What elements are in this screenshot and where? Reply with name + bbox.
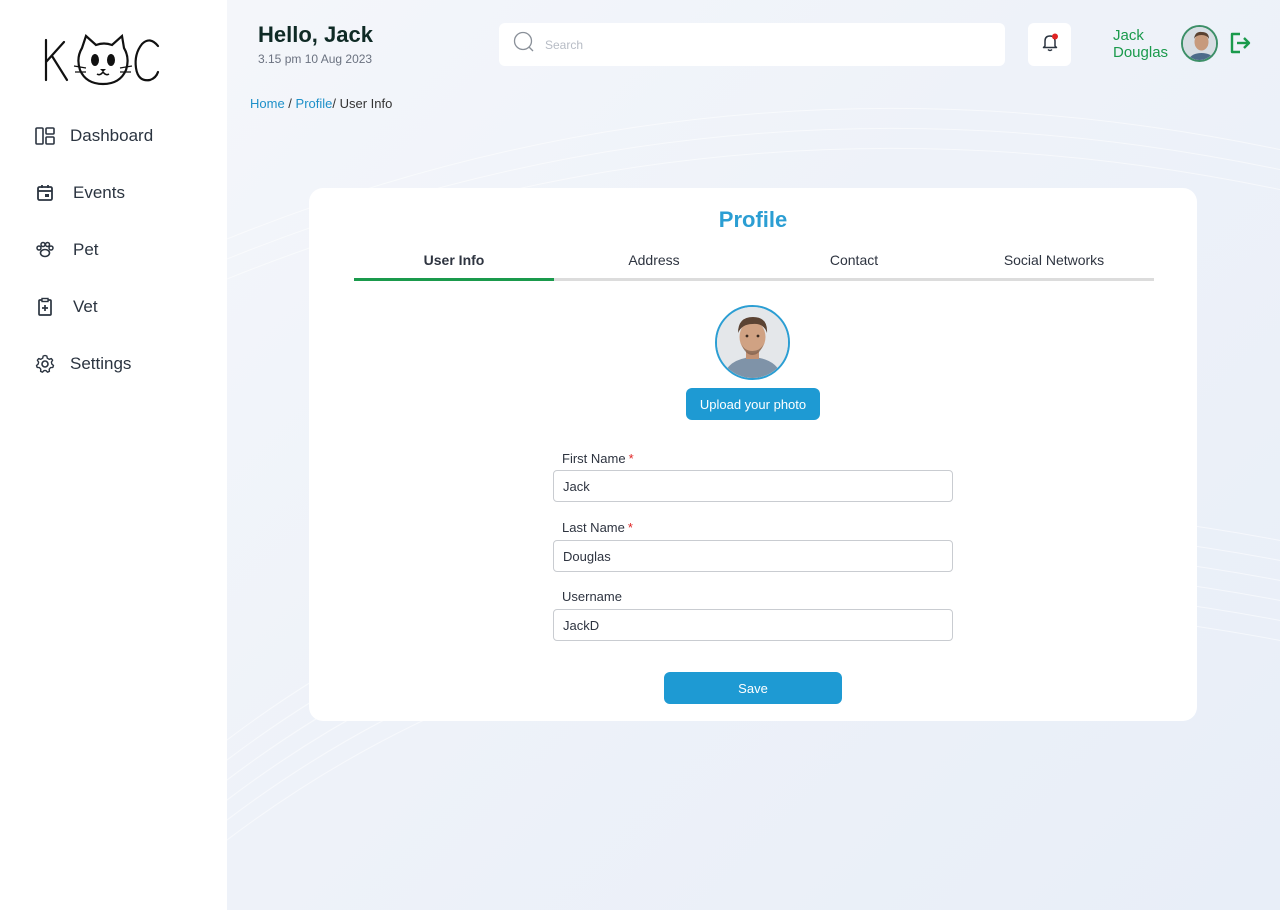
sidebar-item-events[interactable]: Events	[34, 182, 125, 204]
save-button[interactable]: Save	[664, 672, 842, 704]
clipboard-plus-icon	[34, 296, 56, 318]
breadcrumb-current: User Info	[339, 96, 393, 111]
tab-user-info[interactable]: User Info	[354, 250, 554, 281]
user-last-name: Douglas	[1113, 44, 1169, 61]
bell-icon	[1039, 31, 1061, 58]
upload-photo-button[interactable]: Upload your photo	[686, 388, 820, 420]
profile-card: Profile User Info Address Contact Social…	[309, 188, 1197, 721]
last-name-label: Last Name *	[562, 520, 633, 535]
required-marker: *	[628, 451, 634, 466]
username-label: Username	[562, 589, 622, 604]
username-input[interactable]	[553, 609, 953, 641]
greeting-block: Hello, Jack 3.15 pm 10 Aug 2023	[258, 22, 373, 66]
first-name-label: First Name *	[562, 451, 634, 466]
sidebar-item-pet[interactable]: Pet	[34, 239, 99, 261]
calendar-icon	[34, 182, 56, 204]
current-datetime: 3.15 pm 10 Aug 2023	[258, 52, 373, 66]
sidebar-item-label: Events	[73, 183, 125, 202]
sidebar-item-vet[interactable]: Vet	[34, 296, 98, 318]
username-label-text: Username	[562, 589, 622, 604]
required-marker: *	[627, 520, 633, 535]
layout-icon	[34, 125, 56, 147]
profile-title: Profile	[718, 207, 788, 232]
app-logo[interactable]	[40, 32, 165, 92]
breadcrumb-separator: /	[332, 96, 340, 111]
sidebar-item-label: Pet	[73, 240, 99, 259]
sidebar-item-settings[interactable]: Settings	[34, 353, 131, 375]
greeting-title: Hello, Jack	[258, 22, 373, 47]
avatar[interactable]	[1181, 25, 1218, 62]
user-first-name: Jack	[1113, 27, 1144, 44]
breadcrumb-home[interactable]: Home	[250, 96, 285, 111]
sidebar: Dashboard Events Pet Vet Settings	[0, 0, 227, 910]
search-input[interactable]	[545, 37, 985, 52]
gear-icon	[34, 353, 56, 375]
main-content: Hello, Jack 3.15 pm 10 Aug 2023 Jack Dou…	[227, 0, 1280, 910]
first-name-input[interactable]	[553, 470, 953, 502]
notifications-button[interactable]	[1028, 23, 1071, 66]
search-icon	[513, 31, 535, 58]
tab-contact[interactable]: Contact	[754, 250, 954, 278]
sidebar-item-dashboard[interactable]: Dashboard	[34, 125, 153, 147]
search-bar[interactable]	[499, 23, 1005, 66]
first-name-label-text: First Name	[562, 451, 626, 466]
profile-photo	[715, 305, 790, 380]
sidebar-item-label: Settings	[70, 354, 132, 373]
logout-icon[interactable]	[1228, 31, 1252, 60]
tab-address[interactable]: Address	[554, 250, 754, 278]
sidebar-item-label: Dashboard	[70, 126, 154, 145]
user-name[interactable]: Jack Douglas	[1113, 27, 1168, 61]
paw-icon	[34, 239, 56, 261]
breadcrumb: Home / Profile/ User Info	[250, 96, 392, 111]
sidebar-item-label: Vet	[73, 297, 98, 316]
notification-dot	[1051, 33, 1058, 40]
tab-social-networks[interactable]: Social Networks	[954, 250, 1154, 278]
breadcrumb-profile[interactable]: Profile	[296, 96, 333, 111]
profile-tabs: User Info Address Contact Social Network…	[354, 250, 1154, 281]
last-name-input[interactable]	[553, 540, 953, 572]
breadcrumb-separator: /	[284, 96, 296, 111]
last-name-label-text: Last Name	[562, 520, 625, 535]
